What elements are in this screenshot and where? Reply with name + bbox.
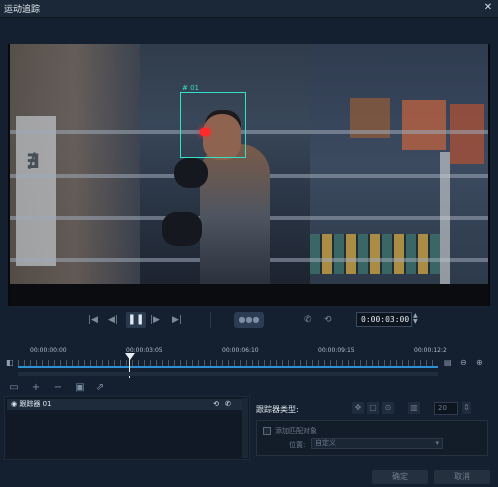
poster [450, 104, 484, 164]
tracker-name: 跟踪器 01 [19, 400, 52, 408]
divider [210, 312, 211, 328]
tracker-toolbar: ▭ + − ▣ ⇗ [4, 382, 254, 394]
move-icon[interactable]: ✥ [352, 402, 364, 414]
area-icon[interactable]: ▢ [367, 402, 379, 414]
tracker-list-icon[interactable]: ▭ [8, 382, 20, 394]
zoom-out-icon[interactable]: ⊖ [460, 358, 470, 368]
timeline-fit-icon[interactable]: ▤ [444, 358, 454, 368]
banner [16, 116, 56, 266]
tracking-point[interactable] [200, 128, 210, 136]
playback-controls: |◀ ◀| ❚❚ |▶ ▶| ●●● ✆ ⟲ 0:00:03:00 ▲ ▼ [0, 310, 498, 330]
size-field[interactable]: 20 [434, 402, 458, 415]
ok-button[interactable]: 确定 [372, 470, 428, 484]
size-stepper[interactable]: ⇕ [462, 402, 471, 414]
tracker-type-label: 跟踪器类型: [256, 405, 299, 414]
list-item[interactable]: ◉ 跟踪器 01 ⟲ ✆ [7, 399, 243, 410]
tick-label: 00:00:06:10 [222, 347, 259, 354]
pause-icon[interactable]: ❚❚ [126, 312, 146, 328]
match-object-group: 添加匹配对象 位置: 自定义 ▾ [256, 420, 488, 456]
phone-icon[interactable]: ✆ [304, 314, 312, 326]
playhead[interactable] [125, 353, 135, 360]
remove-icon[interactable]: − [52, 382, 64, 394]
add-icon[interactable]: + [30, 382, 42, 394]
zoom-in-icon[interactable]: ⊕ [476, 358, 486, 368]
timeline-left-icon[interactable]: ◧ [6, 358, 16, 368]
weight-plates [310, 234, 440, 274]
timeline-progress [18, 366, 438, 368]
timeline[interactable]: 00:00:00:00 00:00:03:05 00:00:06:10 00:0… [0, 344, 498, 380]
history-icon[interactable]: ⟲ [213, 399, 219, 410]
ring-rope [10, 130, 488, 134]
position-value: 自定义 [315, 439, 336, 447]
position-label: 位置: [289, 441, 306, 449]
poster [402, 100, 446, 150]
list-scrollbar[interactable] [242, 398, 248, 458]
boxing-glove [174, 158, 208, 188]
history-icon[interactable]: ⟲ [324, 314, 332, 326]
window-title: 运动追踪 [4, 5, 41, 15]
multi-point-icon[interactable]: ⊙ [382, 402, 394, 414]
video-preview[interactable]: ∄ # 01 [10, 44, 488, 306]
timeline-scrollbar[interactable] [18, 372, 438, 376]
previous-frame-icon[interactable]: ◀| [108, 314, 118, 326]
ring-floor [10, 284, 488, 306]
timecode-stepper[interactable]: ▲ ▼ [413, 313, 418, 325]
next-frame-icon[interactable]: |▶ [150, 314, 160, 326]
image-icon[interactable]: ▣ [74, 382, 86, 394]
add-object-checkbox[interactable] [263, 427, 271, 435]
position-select[interactable]: 自定义 ▾ [311, 438, 443, 449]
boxer [200, 144, 270, 304]
banner-logo: ∄ [26, 149, 40, 173]
boxing-glove [162, 212, 202, 246]
go-to-start-icon[interactable]: |◀ [88, 314, 98, 326]
tracker-list: ◉ 跟踪器 01 ⟲ ✆ [4, 396, 250, 460]
tick-label: 00:00:09:15 [318, 347, 355, 354]
tick-label: 00:00:12:2 [414, 347, 447, 354]
tracker-properties: 跟踪器类型: ✥ ▢ ⊙ ▥ 20 ⇕ 添加匹配对象 位置: 自定义 ▾ [254, 396, 494, 460]
phone-icon[interactable]: ✆ [225, 399, 231, 410]
size-icon[interactable]: ▥ [408, 402, 420, 414]
go-to-end-icon[interactable]: ▶| [172, 314, 182, 326]
title-bar: 运动追踪 ✕ [0, 0, 498, 18]
tracker-box-label: # 01 [182, 84, 200, 92]
tick-label: 00:00:00:00 [30, 347, 67, 354]
tracking-mode-icon[interactable]: ●●● [234, 312, 264, 328]
add-object-label: 添加匹配对象 [275, 427, 317, 435]
ring-post [440, 152, 450, 292]
export-icon[interactable]: ⇗ [94, 382, 106, 394]
chevron-down-icon: ▾ [435, 439, 439, 447]
timecode-field[interactable]: 0:00:03:00 [356, 312, 412, 327]
close-icon[interactable]: ✕ [482, 2, 494, 14]
tracking-box[interactable] [180, 92, 246, 158]
cancel-button[interactable]: 取消 [434, 470, 490, 484]
